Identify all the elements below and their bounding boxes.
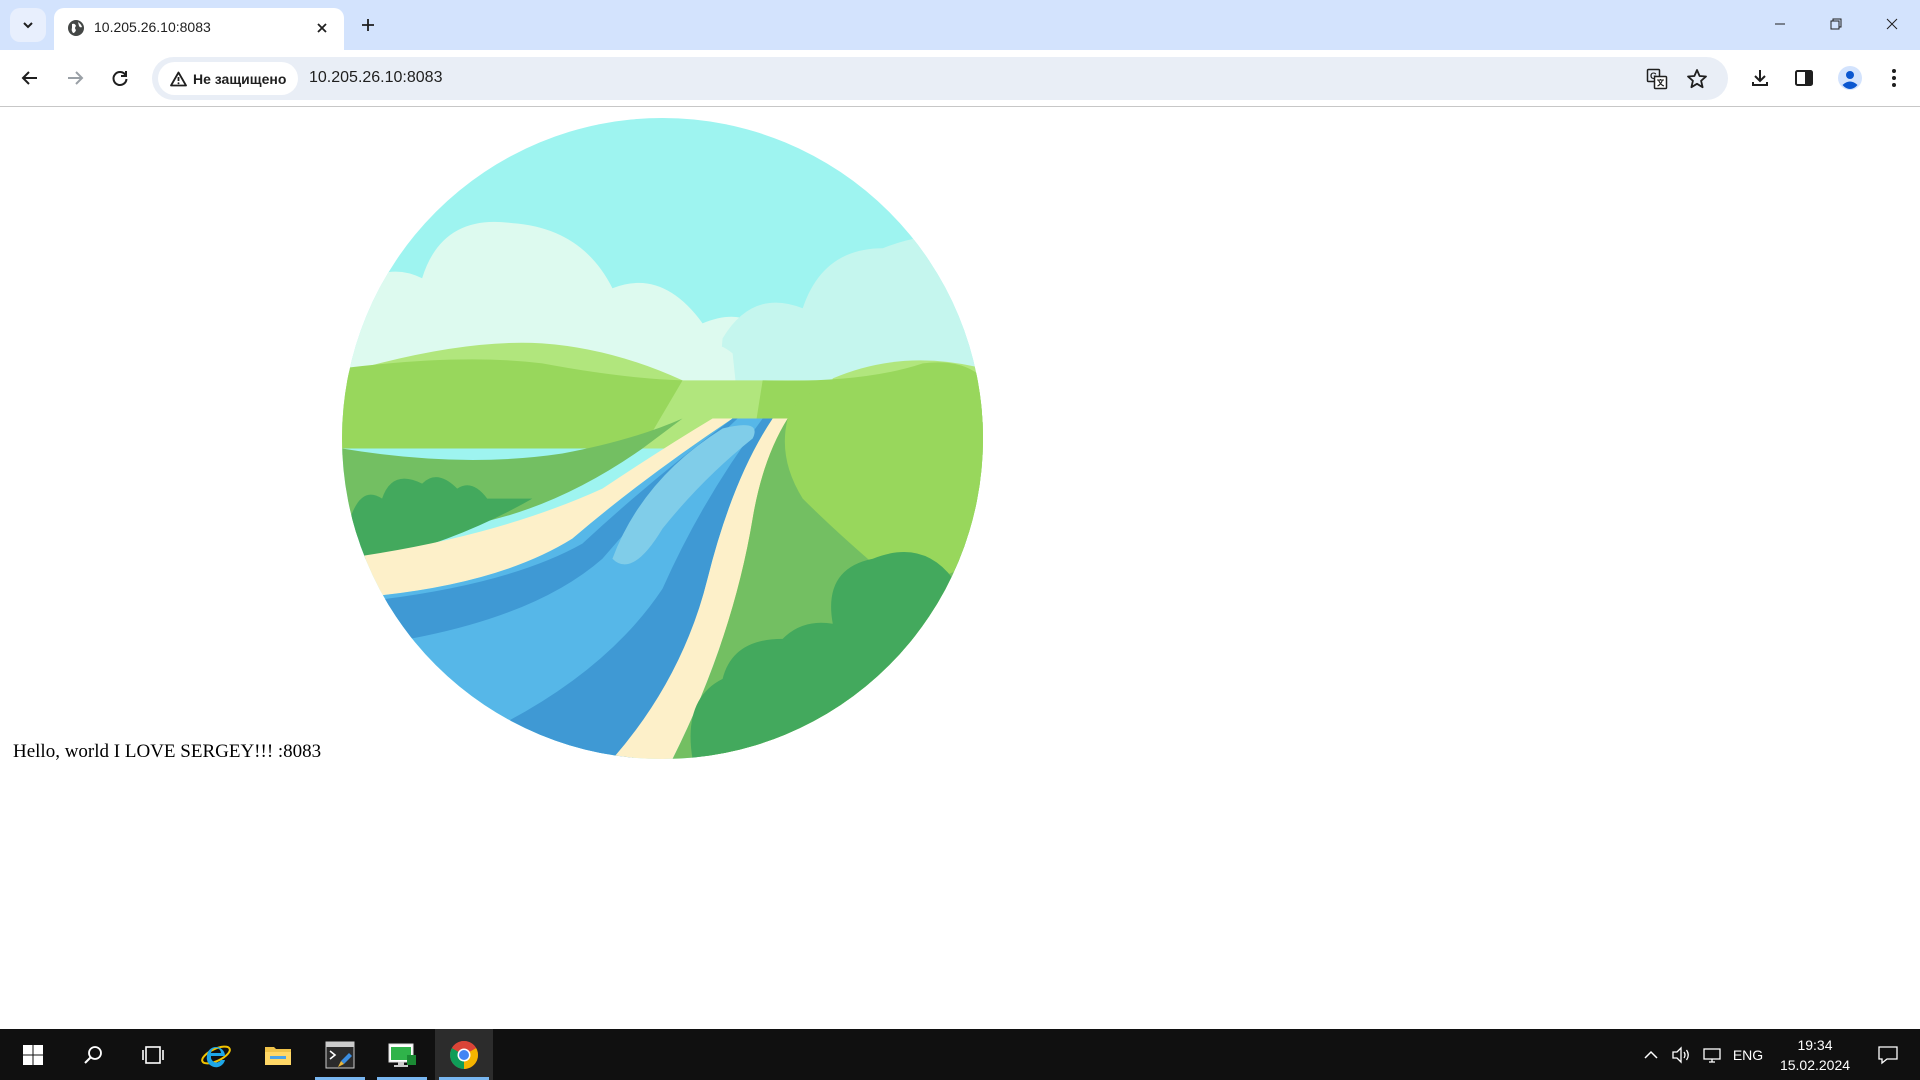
task-view-icon	[142, 1045, 164, 1064]
forward-button[interactable]	[59, 62, 91, 94]
more-vertical-icon	[1892, 69, 1896, 87]
translate-icon: G	[1646, 68, 1668, 90]
restore-icon	[1830, 18, 1842, 30]
reload-icon	[112, 71, 128, 86]
back-button[interactable]	[14, 62, 46, 94]
security-chip[interactable]: Не защищено	[158, 62, 298, 95]
side-panel-icon	[1795, 70, 1813, 86]
minimize-icon	[1775, 23, 1785, 25]
download-icon	[1752, 70, 1768, 86]
close-icon	[317, 23, 327, 33]
tab-active[interactable]: 10.205.26.10:8083	[54, 8, 344, 50]
network-button[interactable]	[1699, 1029, 1725, 1080]
page-content: Hello, world I LOVE SERGEY!!! :8083	[0, 108, 1920, 1029]
taskbar-search-button[interactable]	[64, 1029, 122, 1080]
taskbar: ENG 19:34 15.02.2024	[0, 1029, 1920, 1080]
menu-button[interactable]	[1878, 62, 1910, 94]
internet-explorer-icon	[201, 1045, 231, 1067]
browser-toolbar: Не защищено 10.205.26.10:8083 G	[0, 50, 1920, 107]
remote-desktop-icon	[388, 1043, 416, 1067]
warning-icon	[170, 71, 187, 86]
chrome-icon	[450, 1040, 478, 1069]
reload-button[interactable]	[104, 62, 136, 94]
bookmark-button[interactable]	[1684, 66, 1710, 92]
volume-icon	[1672, 1045, 1689, 1064]
tab-strip: 10.205.26.10:8083	[0, 0, 1920, 50]
tab-search-button[interactable]	[10, 8, 46, 42]
terminal-icon	[325, 1041, 355, 1068]
chevron-down-icon	[23, 22, 33, 29]
side-panel-button[interactable]	[1788, 62, 1820, 94]
globe-icon	[68, 20, 84, 36]
file-explorer-icon	[265, 1046, 291, 1065]
network-icon	[1703, 1047, 1721, 1063]
translate-button[interactable]: G	[1644, 66, 1670, 92]
arrow-left-icon	[21, 71, 37, 85]
taskbar-chrome[interactable]	[435, 1029, 493, 1080]
plus-icon	[362, 19, 374, 31]
omnibox[interactable]: Не защищено 10.205.26.10:8083 G	[152, 57, 1728, 100]
task-view-button[interactable]	[124, 1029, 182, 1080]
taskbar-file-explorer[interactable]	[249, 1029, 307, 1080]
start-button[interactable]	[4, 1029, 62, 1080]
security-label: Не защищено	[193, 70, 287, 87]
downloads-button[interactable]	[1744, 62, 1776, 94]
notifications-icon	[1878, 1045, 1898, 1064]
star-icon	[1687, 69, 1707, 89]
start-icon	[23, 1044, 43, 1065]
search-icon	[84, 1045, 102, 1064]
minimize-button[interactable]	[1752, 0, 1808, 48]
landscape-image	[342, 118, 983, 759]
action-center-button[interactable]	[1868, 1029, 1908, 1080]
avatar-icon	[1838, 66, 1862, 90]
url-text[interactable]: 10.205.26.10:8083	[309, 69, 442, 87]
clock[interactable]: 19:34 15.02.2024	[1765, 1035, 1865, 1075]
profile-button[interactable]	[1834, 62, 1866, 94]
new-tab-button[interactable]	[353, 10, 383, 40]
tab-close-button[interactable]	[310, 16, 334, 40]
input-language[interactable]: ENG	[1730, 1029, 1766, 1080]
chevron-up-icon	[1644, 1050, 1658, 1059]
volume-button[interactable]	[1668, 1029, 1694, 1080]
close-window-button[interactable]	[1864, 0, 1920, 48]
tray-overflow-button[interactable]	[1638, 1029, 1664, 1080]
close-icon	[1886, 18, 1898, 30]
clock-date: 15.02.2024	[1779, 1057, 1851, 1073]
hello-message: Hello, world I LOVE SERGEY!!! :8083	[13, 741, 322, 762]
taskbar-internet-explorer[interactable]	[187, 1029, 245, 1080]
taskbar-terminal[interactable]	[311, 1029, 369, 1080]
restore-button[interactable]	[1808, 0, 1864, 48]
arrow-right-icon	[68, 71, 84, 85]
taskbar-remote-desktop[interactable]	[373, 1029, 431, 1080]
clock-time: 19:34	[1797, 1037, 1833, 1053]
tab-title: 10.205.26.10:8083	[94, 19, 211, 35]
